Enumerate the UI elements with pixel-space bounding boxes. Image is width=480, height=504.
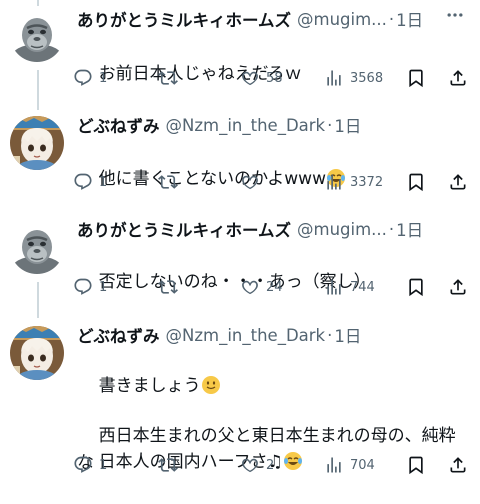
tweet[interactable]: ありがとうミルキィホームズ @mugim... · 1日 否定しないのね・・・あ… [0, 212, 480, 316]
bookmark-icon [406, 455, 426, 475]
retweet-icon [158, 455, 178, 475]
share-button[interactable] [448, 275, 468, 299]
share-button[interactable] [448, 170, 468, 194]
reply-count: 1 [99, 279, 108, 295]
bookmark-icon [406, 277, 426, 297]
timestamp[interactable]: 1日 [334, 113, 361, 137]
display-name[interactable]: ありがとうミルキィホームズ [77, 217, 291, 241]
views-icon [324, 277, 344, 297]
reply-button[interactable]: 1 [73, 275, 107, 299]
reply-button[interactable]: 1 [73, 170, 107, 194]
action-bar: 1 3372 [0, 170, 480, 194]
anime-girl-avatar-icon [10, 116, 64, 170]
separator-dot: · [327, 325, 333, 345]
share-icon [448, 68, 468, 88]
bookmark-button[interactable] [406, 453, 426, 477]
reply-icon [73, 68, 93, 88]
views-count: 704 [350, 457, 375, 473]
views-icon [324, 455, 344, 475]
retweet-icon [158, 277, 178, 297]
retweet-icon [158, 172, 178, 192]
views-icon [324, 172, 344, 192]
retweet-icon [158, 68, 178, 88]
like-count: 58 [266, 70, 283, 86]
share-icon [448, 172, 468, 192]
gorilla-avatar-icon [10, 8, 64, 62]
separator-dot: · [327, 115, 333, 135]
like-icon [240, 68, 260, 88]
like-count: 2 [266, 457, 275, 473]
display-name[interactable]: どぶねずみ [77, 113, 160, 137]
like-button[interactable]: 24 [240, 275, 283, 299]
views-button[interactable]: 744 [324, 275, 375, 299]
views-button[interactable]: 3568 [324, 66, 383, 90]
avatar[interactable] [10, 8, 64, 62]
views-icon [324, 68, 344, 88]
share-button[interactable] [448, 453, 468, 477]
anime-girl-avatar-icon [10, 326, 64, 380]
separator-dot: · [388, 219, 395, 239]
slightly-smiling-face-icon [201, 375, 221, 395]
reply-count: 1 [99, 70, 108, 86]
user-handle[interactable]: @Nzm_in_the_Dark [166, 116, 326, 135]
action-bar: 1 2 704 [0, 453, 480, 477]
timestamp[interactable]: 1日 [396, 7, 423, 31]
avatar[interactable] [10, 326, 64, 380]
reply-icon [73, 277, 93, 297]
views-count: 3568 [350, 70, 384, 86]
views-count: 744 [350, 279, 375, 295]
bookmark-icon [406, 172, 426, 192]
display-name[interactable]: ありがとうミルキィホームズ [77, 7, 291, 31]
user-handle[interactable]: @Nzm_in_the_Dark [166, 326, 326, 345]
action-bar: 1 58 3568 [0, 66, 480, 90]
tweet[interactable]: どぶねずみ @Nzm_in_the_Dark · 1日 書きましょう 西日本生ま… [0, 320, 480, 488]
tweet-text-line: 書きましょう [98, 376, 201, 396]
reply-count: 1 [99, 457, 108, 473]
gorilla-avatar-icon [10, 220, 64, 274]
tweet[interactable]: どぶねずみ @Nzm_in_the_Dark · 1日 他に書くことないのかよw… [0, 110, 480, 210]
tweet[interactable]: ありがとうミルキィホームズ @mugim... · 1日 お前日本人じゃねえだろ… [0, 0, 480, 110]
retweet-button[interactable] [158, 275, 184, 299]
views-button[interactable]: 3372 [324, 170, 383, 194]
action-bar: 1 24 744 [0, 275, 480, 299]
like-icon [240, 455, 260, 475]
timestamp[interactable]: 1日 [396, 217, 423, 241]
share-icon [448, 277, 468, 297]
reply-button[interactable]: 1 [73, 66, 107, 90]
like-icon [240, 277, 260, 297]
display-name[interactable]: どぶねずみ [77, 323, 160, 347]
like-button[interactable] [240, 170, 266, 194]
like-button[interactable]: 2 [240, 453, 274, 477]
retweet-button[interactable] [158, 170, 184, 194]
reply-icon [73, 172, 93, 192]
reply-button[interactable]: 1 [73, 453, 107, 477]
share-icon [448, 455, 468, 475]
user-handle[interactable]: @mugim... [297, 10, 387, 29]
bookmark-icon [406, 68, 426, 88]
like-count: 24 [266, 279, 283, 295]
reply-count: 1 [99, 174, 108, 190]
separator-dot: · [388, 9, 395, 29]
avatar[interactable] [10, 116, 64, 170]
views-count: 3372 [350, 174, 384, 190]
bookmark-button[interactable] [406, 66, 426, 90]
retweet-button[interactable] [158, 66, 184, 90]
timestamp[interactable]: 1日 [334, 323, 361, 347]
like-button[interactable]: 58 [240, 66, 283, 90]
retweet-button[interactable] [158, 453, 184, 477]
share-button[interactable] [448, 66, 468, 90]
views-button[interactable]: 704 [324, 453, 375, 477]
more-button[interactable] [444, 4, 466, 26]
more-icon [445, 5, 465, 25]
user-handle[interactable]: @mugim... [297, 220, 387, 239]
reply-icon [73, 455, 93, 475]
bookmark-button[interactable] [406, 275, 426, 299]
bookmark-button[interactable] [406, 170, 426, 194]
avatar[interactable] [10, 220, 64, 274]
like-icon [240, 172, 260, 192]
